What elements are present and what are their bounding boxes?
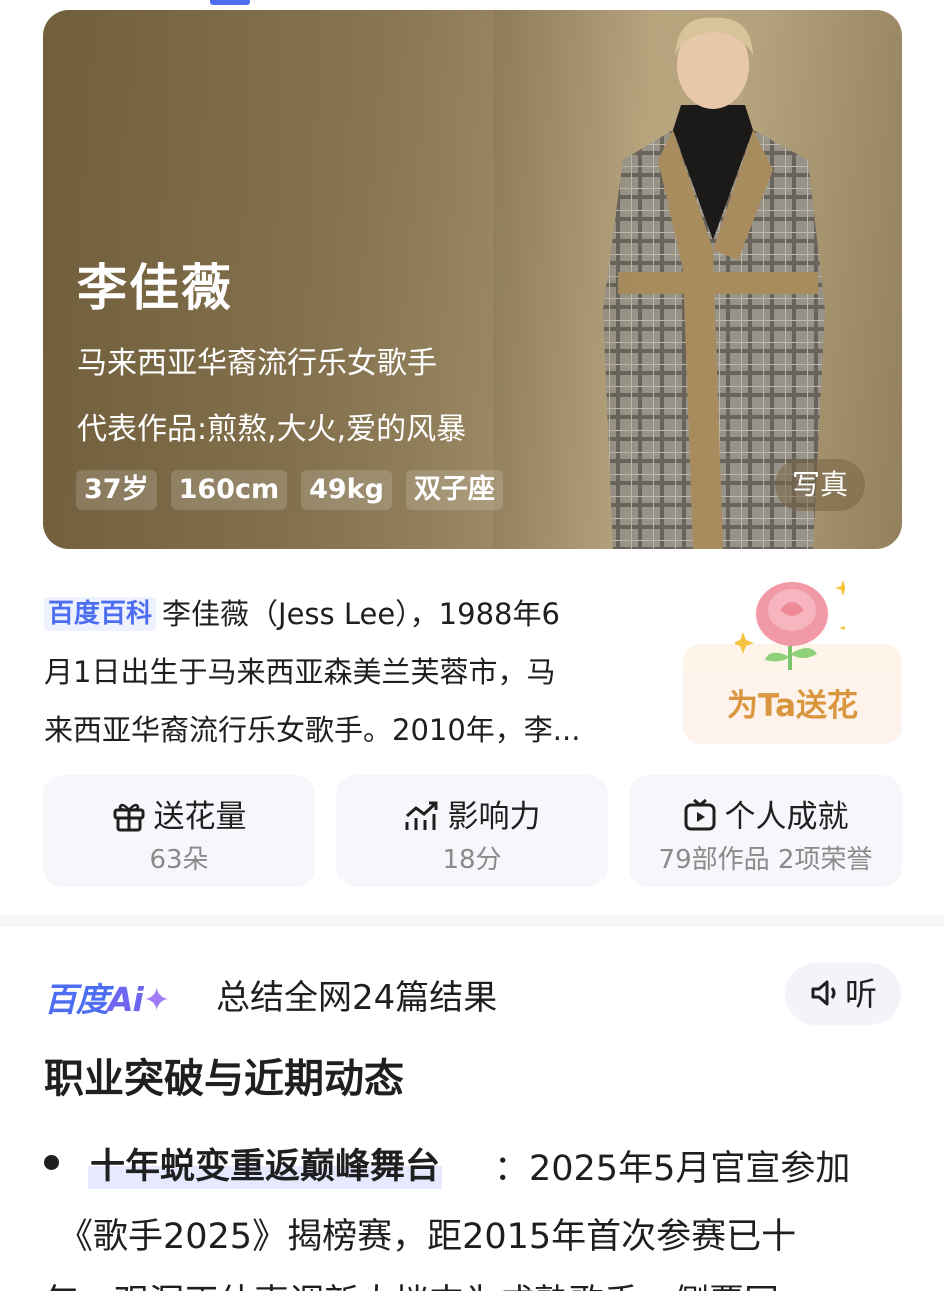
baike-source-tag[interactable]: 百度百科 <box>44 597 157 631</box>
representative-works: 代表作品:煎熬,大火,爱的风暴 <box>77 412 467 447</box>
tag-weight: 49kg <box>301 470 392 510</box>
bullet-highlight[interactable]: 十年蜕变重返巅峰舞台 <box>88 1138 443 1189</box>
stat-title-achievements: 个人成就 <box>629 791 902 836</box>
bullet-text-line-3: 年，观洞正估声调新大挡支为成熟歌手，侧覆同 <box>44 1274 779 1291</box>
stat-title-influence: 影响力 <box>336 791 608 836</box>
celebrity-description: 马来西亚华裔流行乐女歌手 <box>77 346 437 381</box>
send-flower-label: 为Ta送花 <box>726 688 859 724</box>
speaker-icon <box>811 980 836 1006</box>
stat-label-flowers: 送花量 <box>153 799 247 835</box>
video-play-icon <box>684 798 715 831</box>
listen-button[interactable]: 听 <box>785 963 901 1025</box>
baike-summary[interactable]: 百度百科 李佳薇（Jess Lee），1988年6 月1日出生于马来西亚森美兰芙蓉… <box>44 585 684 759</box>
stat-label-achievements: 个人成就 <box>724 799 849 835</box>
stat-card-influence[interactable]: 影响力 18分 <box>336 775 608 887</box>
sparkle-icon: ✦ <box>142 980 171 1019</box>
stat-label-influence: 影响力 <box>447 799 541 835</box>
bullet-text-line-2: 《歌手2025》揭榜赛，距2015年首次参赛已十 <box>58 1217 797 1257</box>
baike-line-2: 月1日出生于马来西亚森美兰芙蓉市，马 <box>44 655 556 689</box>
profile-hero-card[interactable]: 李佳薇 马来西亚华裔流行乐女歌手 代表作品:煎熬,大火,爱的风暴 37岁 160… <box>43 10 902 549</box>
stat-card-flowers[interactable]: 送花量 63朵 <box>43 775 315 887</box>
section-divider <box>0 915 944 927</box>
celebrity-name: 李佳薇 <box>77 259 233 317</box>
section-title: 职业突破与近期动态 <box>44 1056 404 1102</box>
baidu-ai-logo-text: 百度 <box>44 980 109 1019</box>
baike-text-1: 李佳薇（Jess Lee），1988年6 <box>162 597 560 631</box>
baidu-ai-logo: 百度Ai✦ <box>44 973 171 1019</box>
tag-height: 160cm <box>170 470 288 510</box>
page-indicator <box>210 0 250 5</box>
bullet-dot <box>44 1155 59 1170</box>
stat-value-achievements: 79部作品 2项荣誉 <box>658 845 873 875</box>
listen-label: 听 <box>844 975 877 1013</box>
gift-icon <box>113 803 144 832</box>
stat-value-flowers: 63朵 <box>149 845 209 875</box>
tag-age: 37岁 <box>76 470 157 510</box>
photo-gallery-button[interactable]: 写真 <box>775 459 865 511</box>
tag-zodiac: 双子座 <box>405 470 503 510</box>
baike-line-1: 百度百科 李佳薇（Jess Lee），1988年6 <box>44 585 684 643</box>
bullet-text: ：2025年5月官宣参加 <box>494 1149 851 1189</box>
stat-value-influence: 18分 <box>442 845 502 875</box>
ai-summary-count: 总结全网24篇结果 <box>216 978 498 1018</box>
stat-title-flowers: 送花量 <box>43 791 315 836</box>
baike-line-3: 来西亚华裔流行乐女歌手。2010年，李... <box>44 713 581 747</box>
rose-icon <box>735 580 845 670</box>
trend-chart-icon <box>405 801 437 830</box>
stat-card-achievements[interactable]: 个人成就 79部作品 2项荣誉 <box>629 775 902 887</box>
baidu-ai-logo-ai: Ai <box>108 980 144 1019</box>
profile-tags: 37岁 160cm 49kg 双子座 <box>76 470 503 510</box>
